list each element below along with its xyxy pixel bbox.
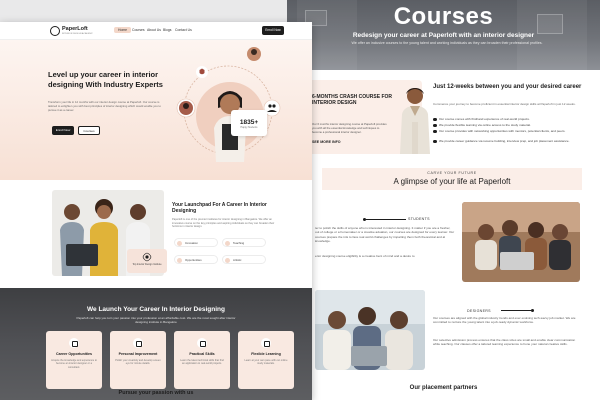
innovation-icon — [177, 240, 182, 246]
pill-artistic: Artistic — [222, 255, 266, 264]
students-paragraph: ter to polish the skills of anyone who i… — [315, 226, 455, 244]
opportunities-icon — [177, 257, 182, 263]
courses-hero-banner: Courses Redesign your career at Paperlof… — [287, 0, 600, 70]
carve-label: CARVE YOUR FUTURE — [427, 171, 477, 175]
happy-students-stat: 1835+ Happy Students — [231, 110, 267, 136]
stat-number: 1835+ — [239, 119, 259, 126]
pill-innovation: Innovation — [174, 238, 218, 247]
nav-link-courses[interactable]: Courses — [132, 28, 145, 32]
weeks-list-item: We provide career guidance via resume bu… — [433, 139, 583, 143]
feature-description: Learn at your own pace with our online s… — [244, 359, 288, 366]
hero-title: Level up your career in interior designi… — [48, 70, 163, 89]
foreground-page: PaperLoft INTERIOR DESIGN ACADEMY Home C… — [0, 22, 312, 400]
designers-paragraph: Our courses are aligned with the global … — [433, 316, 576, 325]
weeks-title: Just 12-weeks between you and your desir… — [433, 84, 582, 90]
bullet-icon — [433, 139, 437, 143]
students-paragraph: erior designing course eligibility is a … — [315, 254, 415, 258]
passion-heading: Pursue your passion with us — [118, 390, 194, 396]
weeks-description: Commence your journey to become proficie… — [433, 102, 576, 106]
carve-title: A glimpse of your life at Paperloft — [393, 177, 511, 186]
bullet-icon — [433, 129, 437, 133]
bullet-icon — [433, 123, 437, 127]
feature-description: Acquire the knowledge and experience to … — [51, 359, 97, 369]
logo-tagline: INTERIOR DESIGN ACADEMY — [62, 32, 93, 35]
growth-icon — [133, 338, 143, 348]
designers-photo — [315, 290, 425, 370]
weeks-list-item: Our course provides with networking oppo… — [433, 129, 583, 133]
nav-link-about[interactable]: About Us — [147, 28, 161, 32]
feature-card-career[interactable]: Career Opportunities Acquire the knowled… — [46, 331, 102, 389]
designers-paragraph: Our selective admission process ensures … — [433, 338, 576, 347]
teaching-icon — [225, 240, 230, 246]
clock-icon — [261, 338, 271, 348]
feature-description: Learn the latest technical skills that f… — [180, 359, 224, 366]
feature-title: Practical Skills — [189, 352, 215, 356]
hero-enroll-button[interactable]: Enroll Now — [52, 126, 74, 135]
designers-tag: DESIGNERS — [467, 309, 491, 313]
students-tag: STUDENTS — [408, 217, 430, 221]
crash-course-title: 6-MONTHS CRASH COURSE FOR INTERIOR DESIG… — [312, 94, 393, 106]
crash-course-card[interactable]: 6-MONTHS CRASH COURSE FOR INTERIOR DESIG… — [302, 80, 430, 154]
placement-partners-heading: Our placement partners — [409, 385, 478, 391]
bullet-icon — [433, 117, 437, 121]
feature-title: Career Opportunities — [56, 352, 92, 356]
crash-course-description: Our 6 months interior designing course a… — [312, 122, 387, 134]
students-photo — [462, 202, 580, 282]
logo-icon[interactable] — [50, 26, 60, 36]
carve-future-band: CARVE YOUR FUTURE A glimpse of your life… — [322, 168, 582, 190]
logo-text[interactable]: PaperLoft — [62, 26, 88, 32]
top-institute-badge: Top Interior Design Institute — [127, 249, 167, 273]
hero-description: Transform your life in 12 months with ou… — [48, 100, 161, 112]
career-launch-description: Paperloft can help you turn your passion… — [76, 316, 236, 325]
section-line — [501, 310, 531, 311]
section-dot — [531, 309, 534, 312]
nav-link-home[interactable]: Home — [114, 27, 132, 33]
feature-title: Flexible Learning — [251, 352, 281, 356]
feature-title: Personal Improvement — [118, 352, 158, 356]
feature-card-flexible[interactable]: Flexible Learning Learn at your own pace… — [238, 331, 294, 389]
award-icon — [142, 252, 152, 262]
instructor-photo — [400, 88, 430, 154]
courses-description: We offer an inclusive courses to the you… — [351, 41, 543, 45]
pill-opportunities: Opportunities — [174, 255, 218, 264]
artistic-icon — [225, 257, 230, 263]
weeks-list-item: We provide flexible learning via online … — [433, 123, 583, 127]
hero-courses-button[interactable]: Courses — [78, 126, 100, 135]
nav-link-contact[interactable]: Contact Us — [175, 28, 192, 32]
courses-subtitle: Redesign your career at Paperloft with a… — [352, 32, 535, 39]
launchpad-title: Your Launchpad For A Career In Interior … — [172, 202, 267, 215]
hero-illustration — [176, 47, 281, 162]
background-page: Courses Redesign your career at Paperlof… — [287, 0, 600, 400]
see-more-link[interactable]: SEE MORE INFO — [312, 140, 341, 144]
weeks-list-item: Our course comes with firsthand experien… — [433, 117, 583, 121]
briefcase-icon — [69, 338, 79, 348]
career-launch-title: We Launch Your Career In Interior Design… — [87, 306, 225, 313]
badge-label: Top Interior Design Institute — [132, 263, 162, 266]
feature-card-improvement[interactable]: Personal Improvement Polish your creativ… — [110, 331, 166, 389]
tools-icon — [197, 338, 207, 348]
pill-teaching: Teaching — [222, 238, 266, 247]
courses-title: Courses — [393, 3, 494, 30]
top-navbar: PaperLoft INTERIOR DESIGN ACADEMY Home C… — [0, 22, 312, 40]
stat-label: Happy Students — [240, 126, 258, 129]
feature-card-practical[interactable]: Practical Skills Learn the latest techni… — [174, 331, 230, 389]
feature-description: Polish your creativity and develop a kee… — [115, 359, 161, 366]
launchpad-description: Paperloft is one of the premier institut… — [172, 218, 275, 229]
enroll-now-button[interactable]: Enroll Now — [262, 26, 284, 35]
section-line — [366, 219, 406, 220]
nav-link-blogs[interactable]: Blogs — [163, 28, 171, 32]
